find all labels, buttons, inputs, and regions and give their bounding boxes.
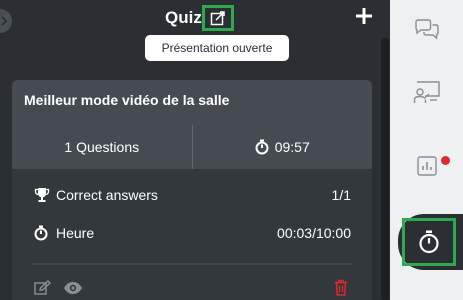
time-label: Heure [56, 225, 95, 241]
presenter-icon [413, 81, 440, 103]
edit-icon[interactable] [34, 280, 52, 300]
correct-answers-value: 1/1 [331, 187, 351, 203]
eye-icon[interactable] [63, 281, 83, 300]
stopwatch-icon [34, 225, 54, 241]
stopwatch-icon [419, 230, 439, 254]
questions-count-label: 1 Questions [64, 139, 140, 155]
quiz-card: Meilleur mode vidéo de la salle 1 Questi… [12, 80, 372, 300]
external-edit-icon [210, 11, 225, 26]
notification-badge [441, 156, 450, 165]
sidebar-item-presenter[interactable] [390, 62, 463, 122]
quiz-timer-value: 09:57 [274, 139, 310, 155]
divider [32, 263, 352, 265]
plus-icon [356, 8, 372, 24]
page-title: Quiz [165, 8, 202, 27]
time-row: Heure 00:03/10:00 [12, 222, 372, 244]
header: Quiz [0, 0, 390, 36]
time-value: 00:03/10:00 [277, 225, 351, 241]
scrollbar-thumb[interactable] [381, 38, 389, 300]
sidebar-item-chat[interactable] [390, 0, 463, 60]
open-presentation-button[interactable] [202, 5, 234, 31]
sidebar-item-poll[interactable] [390, 136, 463, 196]
trophy-icon [34, 187, 54, 203]
card-actions [12, 277, 372, 299]
poll-chart-icon [416, 156, 437, 176]
chat-icon [414, 19, 439, 40]
questions-count: 1 Questions [12, 125, 192, 169]
correct-answers-label: Correct answers [56, 187, 158, 203]
quiz-timer: 09:57 [191, 125, 373, 169]
correct-answers-row: Correct answers 1/1 [12, 184, 372, 206]
sidebar-item-timer[interactable] [402, 218, 456, 266]
quiz-card-header: Meilleur mode vidéo de la salle 1 Questi… [12, 80, 372, 169]
trash-icon[interactable] [334, 279, 348, 300]
stopwatch-icon [255, 139, 269, 155]
quiz-stats: 1 Questions 09:57 [12, 125, 372, 169]
tooltip: Présentation ouverte [145, 35, 289, 61]
add-button[interactable] [353, 5, 375, 27]
quiz-title: Meilleur mode vidéo de la salle [24, 92, 230, 108]
